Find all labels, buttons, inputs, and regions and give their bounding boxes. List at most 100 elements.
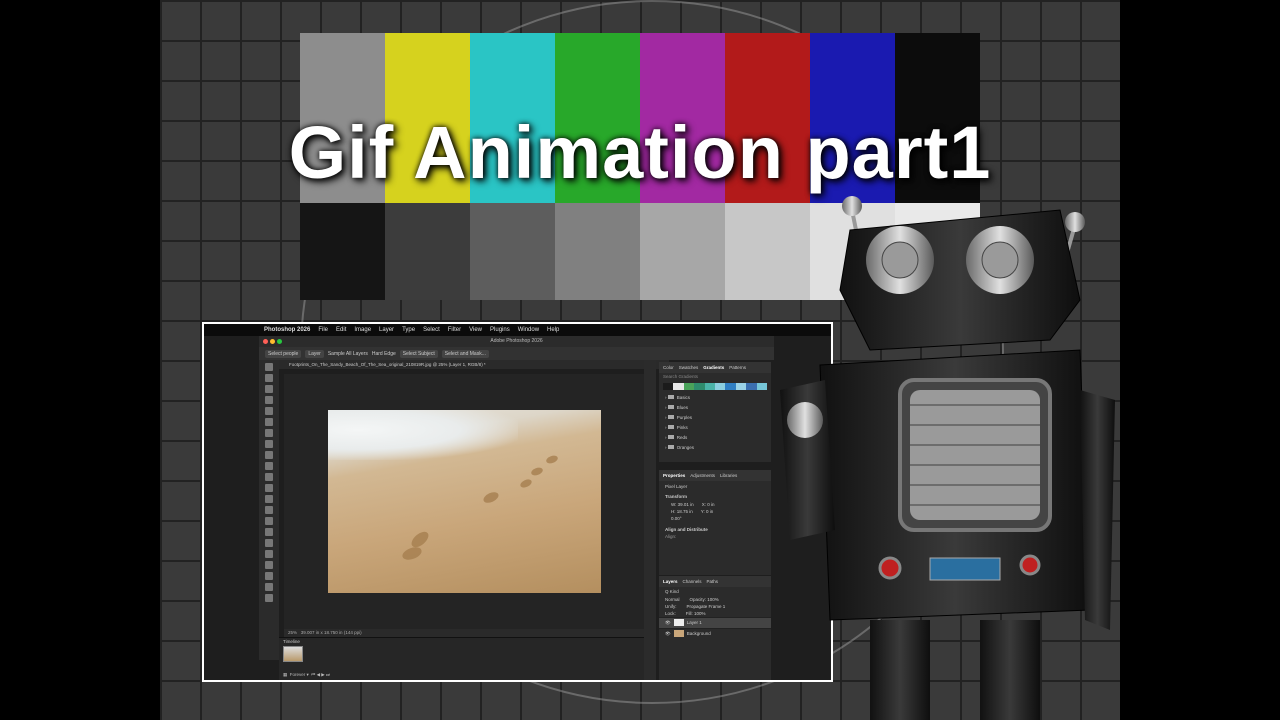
tool-icon[interactable]	[265, 506, 273, 514]
tool-icon[interactable]	[265, 374, 273, 382]
tool-icon[interactable]	[265, 594, 273, 602]
document-tab[interactable]: Footprints_On_The_Sandy_Beach_Of_The_Sea…	[279, 360, 669, 369]
gradient-swatch[interactable]	[735, 383, 747, 390]
gradient-swatch[interactable]	[673, 383, 684, 390]
close-icon[interactable]	[263, 339, 268, 344]
window-controls[interactable]	[263, 339, 282, 344]
menu-item[interactable]: Help	[547, 324, 559, 336]
loop-select[interactable]: ▦ Forever ▾ ⏮ ◀ ▶ ⏭	[283, 672, 330, 678]
sample-all-layers-checkbox[interactable]: Sample All Layers	[328, 351, 368, 357]
panel-tab[interactable]: Paths	[707, 578, 719, 585]
hard-edge-checkbox[interactable]: Hard Edge	[372, 351, 396, 357]
propagate-frame-checkbox[interactable]: Propagate Frame 1	[687, 604, 726, 609]
gradient-swatch[interactable]	[663, 383, 674, 390]
tool-icon[interactable]	[265, 539, 273, 547]
gradient-swatches[interactable]	[663, 383, 768, 390]
tool-icon[interactable]	[265, 429, 273, 437]
menu-item[interactable]: Plugins	[490, 324, 510, 336]
tool-icon[interactable]	[265, 451, 273, 459]
gradient-swatch[interactable]	[725, 383, 736, 390]
y-field[interactable]: Y: 0 in	[701, 509, 714, 514]
gradient-swatch[interactable]	[746, 383, 757, 390]
gradient-swatch[interactable]	[694, 383, 705, 390]
gradients-search[interactable]: Search Gradients	[659, 373, 771, 380]
animation-frame-1[interactable]	[283, 646, 303, 662]
layers-panel: Layers Channels Paths Q Kind Normal Opacit…	[659, 576, 771, 680]
kind-filter[interactable]: Q Kind	[659, 587, 771, 596]
panel-tab[interactable]: Libraries	[720, 472, 737, 479]
menu-item[interactable]: Window	[518, 324, 539, 336]
gradient-swatch[interactable]	[715, 383, 726, 390]
tool-icon[interactable]	[265, 385, 273, 393]
panel-tab[interactable]: Adjustments	[690, 472, 715, 479]
tool-icon[interactable]	[265, 517, 273, 525]
gradient-swatch[interactable]	[756, 383, 768, 390]
gradient-folder[interactable]: › Pinks	[659, 423, 771, 433]
panel-tab[interactable]: Channels	[683, 578, 702, 585]
angle-field[interactable]: 0.00°	[659, 515, 771, 522]
width-field[interactable]: W: 39.01 in	[671, 502, 694, 507]
menu-item[interactable]: Layer	[379, 324, 394, 336]
footprint	[519, 477, 533, 490]
window-titlebar: Adobe Photoshop 2026	[259, 336, 774, 347]
tool-icon[interactable]	[265, 407, 273, 415]
tool-icon[interactable]	[265, 473, 273, 481]
select-mask-button[interactable]: Select and Mask...	[441, 349, 489, 358]
gradient-folder[interactable]: › Basics	[659, 393, 771, 403]
menu-item[interactable]: View	[469, 324, 482, 336]
panel-tab[interactable]: Patterns	[729, 364, 746, 371]
menu-item[interactable]: Select	[423, 324, 440, 336]
menu-item[interactable]: Filter	[448, 324, 461, 336]
layer-select[interactable]: Layer	[305, 349, 324, 358]
tool-icon[interactable]	[265, 495, 273, 503]
fill-field[interactable]: Fill: 100%	[686, 611, 706, 616]
select-people-button[interactable]: Select people	[265, 349, 302, 358]
grey-bar	[385, 203, 470, 300]
tool-icon[interactable]	[265, 418, 273, 426]
panel-tab[interactable]: Color	[663, 364, 674, 371]
tool-icon[interactable]	[265, 462, 273, 470]
panel-tab[interactable]: Layers	[663, 578, 678, 585]
lock-label: Lock:	[665, 611, 676, 616]
menu-item[interactable]: Edit	[336, 324, 346, 336]
height-field[interactable]: H: 18.75 in	[671, 509, 693, 514]
x-field[interactable]: X: 0 in	[702, 502, 715, 507]
gradient-folder[interactable]: › Reds	[659, 433, 771, 443]
blend-mode-select[interactable]: Normal	[665, 597, 680, 602]
layer-row[interactable]: 👁 Layer 1	[659, 617, 771, 628]
panel-tab[interactable]: Properties	[663, 472, 685, 479]
collapsed-panels-strip	[644, 360, 656, 680]
tool-icon[interactable]	[265, 583, 273, 591]
gradient-swatch[interactable]	[704, 383, 716, 390]
tool-icon[interactable]	[265, 561, 273, 569]
gradient-folders: › Basics › Blues › Purples › Pinks › Reds › O…	[659, 393, 771, 453]
menu-item[interactable]: File	[318, 324, 328, 336]
tool-icon[interactable]	[265, 484, 273, 492]
tool-icon[interactable]	[265, 528, 273, 536]
gradient-folder[interactable]: › Purples	[659, 413, 771, 423]
menu-item[interactable]: Image	[354, 324, 371, 336]
footprint	[530, 466, 544, 477]
tool-icon[interactable]	[265, 363, 273, 371]
canvas-image[interactable]	[328, 410, 601, 593]
menu-item[interactable]: Type	[402, 324, 415, 336]
opacity-field[interactable]: Opacity: 100%	[690, 597, 719, 602]
panel-tab[interactable]: Swatches	[679, 364, 699, 371]
tool-icon[interactable]	[265, 440, 273, 448]
folder-icon	[667, 435, 674, 439]
tool-icon[interactable]	[265, 572, 273, 580]
minimize-icon[interactable]	[270, 339, 275, 344]
options-bar: Select people Layer Sample All Layers Ha…	[259, 347, 774, 360]
menu-item[interactable]: Photoshop 2026	[264, 324, 310, 336]
select-subject-button[interactable]: Select Subject	[399, 349, 438, 358]
tools-panel	[259, 360, 279, 660]
tool-icon[interactable]	[265, 550, 273, 558]
tool-icon[interactable]	[265, 396, 273, 404]
gradient-swatch[interactable]	[683, 383, 695, 390]
gradient-folder[interactable]: › Blues	[659, 403, 771, 413]
layer-row[interactable]: 👁 Background	[659, 628, 771, 639]
panel-tab[interactable]: Gradients	[703, 364, 724, 371]
gradient-folder[interactable]: › Oranges	[659, 443, 771, 453]
zoom-icon[interactable]	[277, 339, 282, 344]
mac-menubar: Photoshop 2026 File Edit Image Layer Type Sele…	[204, 324, 831, 336]
